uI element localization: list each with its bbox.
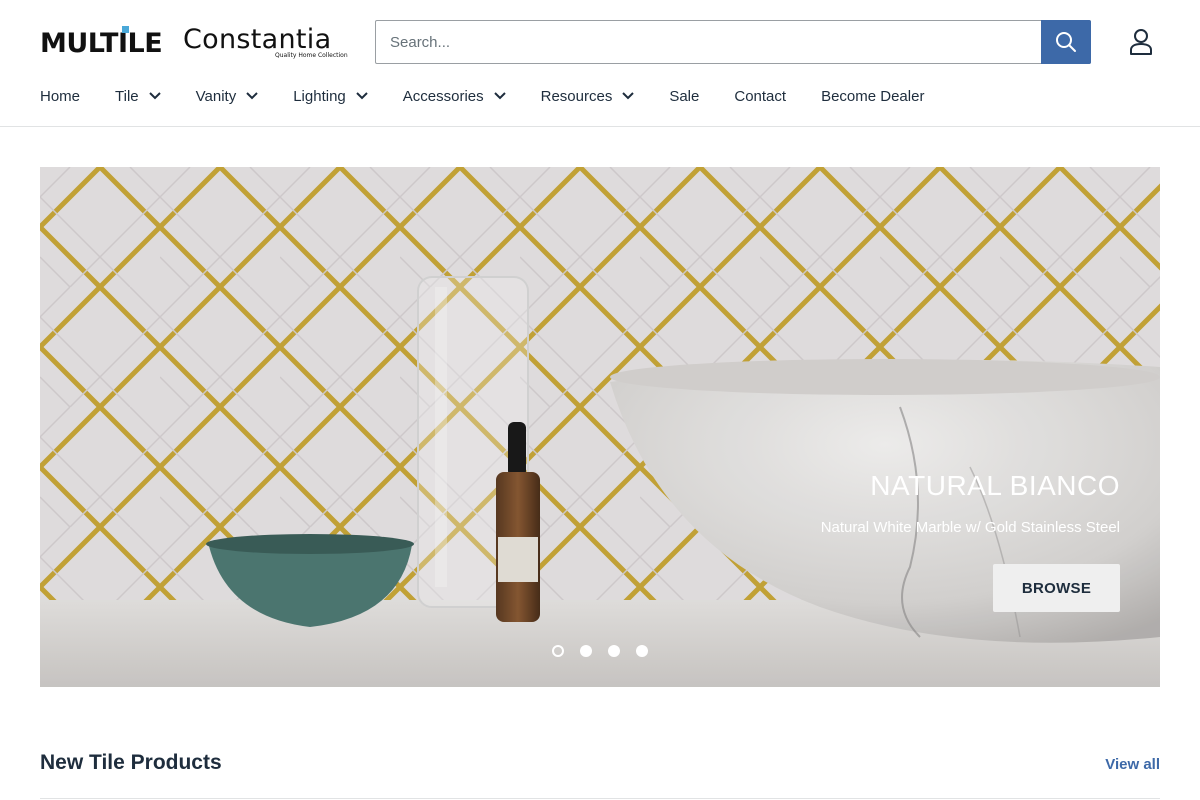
section-title: New Tile Products xyxy=(40,751,222,774)
nav-item-label: Sale xyxy=(669,87,700,105)
nav-item-become-dealer[interactable]: Become Dealer xyxy=(821,88,924,105)
hero-slideshow[interactable]: NATURAL BIANCO Natural White Marble w/ G… xyxy=(40,167,1160,687)
constantia-logo[interactable]: Constantia Quality Home Collection xyxy=(183,24,348,60)
nav-item-contact[interactable]: Contact xyxy=(734,88,786,105)
slide-dot-3[interactable] xyxy=(608,645,620,657)
constantia-logo-text: Constantia xyxy=(183,24,332,55)
slide-dot-2[interactable] xyxy=(580,645,592,657)
nav-item-label: Lighting xyxy=(293,87,346,105)
multile-logo-text: MULTILE xyxy=(40,28,163,59)
account-button[interactable] xyxy=(1128,28,1154,56)
nav-item-label: Vanity xyxy=(195,87,237,105)
search-icon xyxy=(1056,32,1076,52)
browse-button[interactable]: BROWSE xyxy=(993,564,1120,612)
hero-subtitle: Natural White Marble w/ Gold Stainless S… xyxy=(820,519,1120,536)
slideshow-dots xyxy=(552,645,664,657)
nav-item-vanity[interactable]: Vanity xyxy=(196,88,259,105)
nav-item-label: Contact xyxy=(734,87,787,105)
chevron-down-icon xyxy=(493,92,506,100)
hero-title: NATURAL BIANCO xyxy=(870,470,1120,501)
search-input[interactable] xyxy=(376,21,1042,63)
nav-item-tile[interactable]: Tile xyxy=(115,88,161,105)
nav-item-resources[interactable]: Resources xyxy=(541,88,635,105)
nav-item-home[interactable]: Home xyxy=(40,88,80,105)
search-button[interactable] xyxy=(1041,20,1091,64)
search-bar xyxy=(375,20,1091,64)
nav-item-label: Become Dealer xyxy=(821,87,925,105)
nav-item-lighting[interactable]: Lighting xyxy=(293,88,368,105)
chevron-down-icon xyxy=(356,92,368,100)
site-header: MULTILE Constantia Quality Home Collecti… xyxy=(0,0,1200,127)
nav-item-sale[interactable]: Sale xyxy=(669,88,699,105)
nav-item-label: Home xyxy=(40,87,81,105)
user-icon xyxy=(1130,29,1152,55)
slide-dot-4[interactable] xyxy=(636,645,648,657)
slide-dot-1[interactable] xyxy=(552,645,564,657)
nav-item-label: Accessories xyxy=(402,87,484,105)
main-nav: Home Tile Vanity Lighting Accessories Re… xyxy=(40,84,959,108)
nav-item-label: Tile xyxy=(115,87,139,105)
logo-accent-icon xyxy=(122,26,129,33)
nav-item-accessories[interactable]: Accessories xyxy=(403,88,506,105)
hero-image xyxy=(40,167,1160,687)
section-divider xyxy=(40,798,1160,799)
chevron-down-icon xyxy=(246,92,258,100)
multile-logo[interactable]: MULTILE xyxy=(40,26,168,59)
view-all-link[interactable]: View all xyxy=(1105,756,1160,773)
chevron-down-icon xyxy=(148,92,161,100)
constantia-tagline: Quality Home Collection xyxy=(275,52,348,59)
nav-item-label: Resources xyxy=(540,87,613,105)
chevron-down-icon xyxy=(622,92,635,100)
